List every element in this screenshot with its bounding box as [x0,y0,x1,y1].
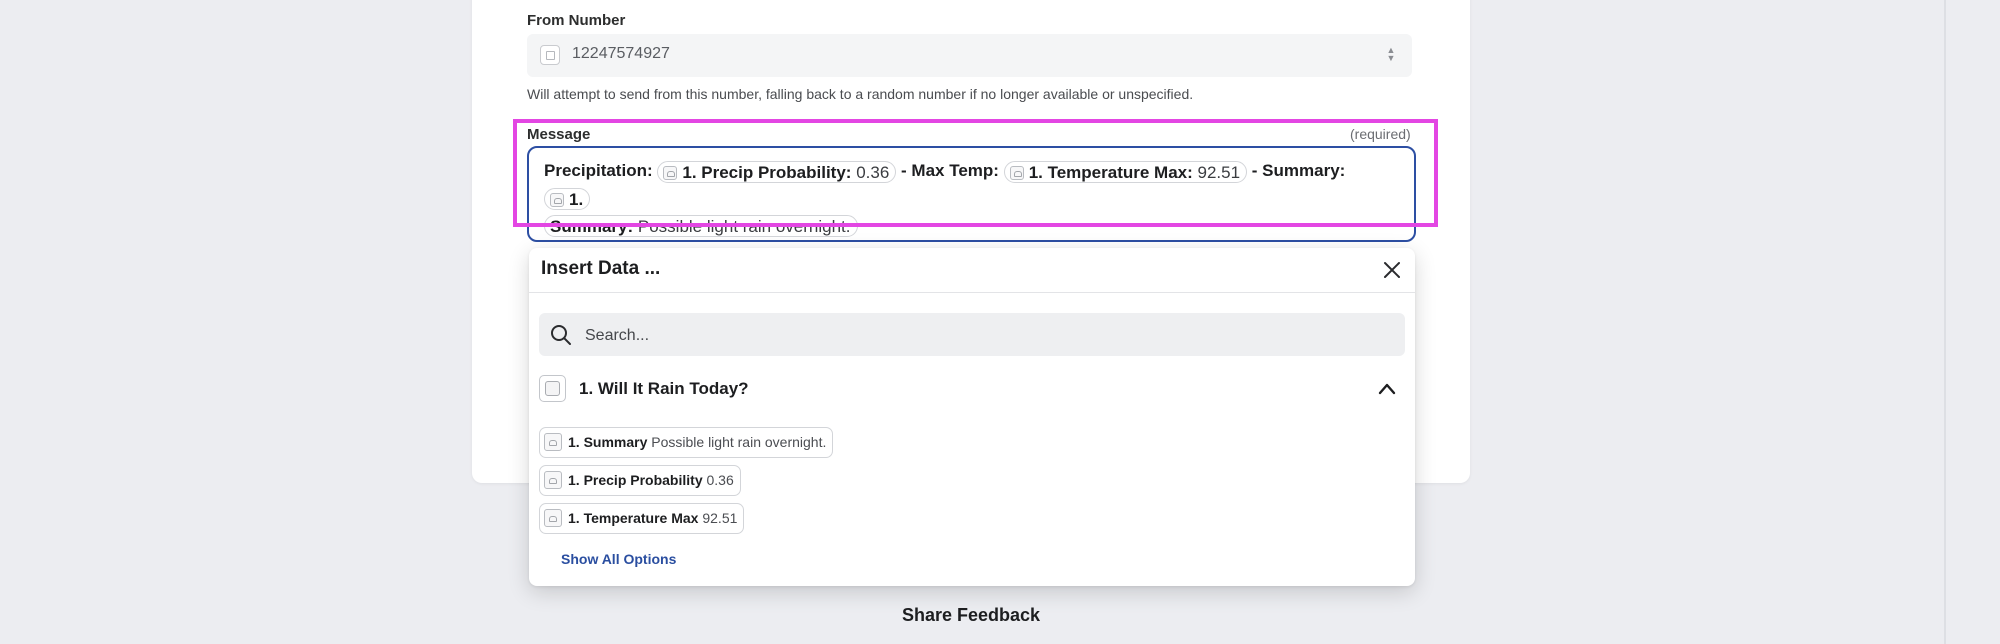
page-right-divider [1944,0,1946,644]
group-will-it-rain-today[interactable]: 1. Will It Rain Today? [539,375,1405,407]
from-number-helper: Will attempt to send from this number, f… [527,86,1194,102]
search-input[interactable] [583,313,1387,358]
app-cloud-icon [544,433,562,451]
option-value: Possible light rain overnight. [651,434,827,450]
share-feedback-link[interactable]: Share Feedback [902,605,1040,626]
option-precip-probability[interactable]: 1. Precip Probability 0.36 [539,465,741,496]
message-highlight-outline [513,119,1438,227]
close-icon[interactable] [1381,259,1403,281]
option-value: 0.36 [706,472,734,488]
insert-data-search[interactable] [539,313,1405,358]
insert-data-title: Insert Data ... [541,258,661,279]
option-key: 1. Temperature Max [568,510,699,526]
insert-data-divider [529,292,1415,293]
option-key: 1. Summary [568,434,648,450]
option-summary[interactable]: 1. Summary Possible light rain overnight… [539,427,834,458]
from-number-label: From Number [527,12,626,29]
option-temperature-max[interactable]: 1. Temperature Max 92.51 [539,503,745,534]
from-number-value: 12247574927 [572,45,670,62]
option-value: 92.51 [702,510,738,526]
app-cloud-icon [539,375,566,402]
select-arrows-icon: ▲ ▼ [1386,45,1396,63]
show-all-options-link[interactable]: Show All Options [561,551,676,567]
from-number-select[interactable]: 12247574927 ▲ ▼ [527,34,1412,77]
search-icon [549,323,573,347]
insert-data-panel [529,248,1415,586]
app-cloud-icon [544,509,562,527]
group-title: 1. Will It Rain Today? [579,379,749,398]
chevron-up-icon[interactable] [1377,379,1397,399]
option-key: 1. Precip Probability [568,472,703,488]
phone-number-icon [540,45,560,65]
app-cloud-icon [544,471,562,489]
